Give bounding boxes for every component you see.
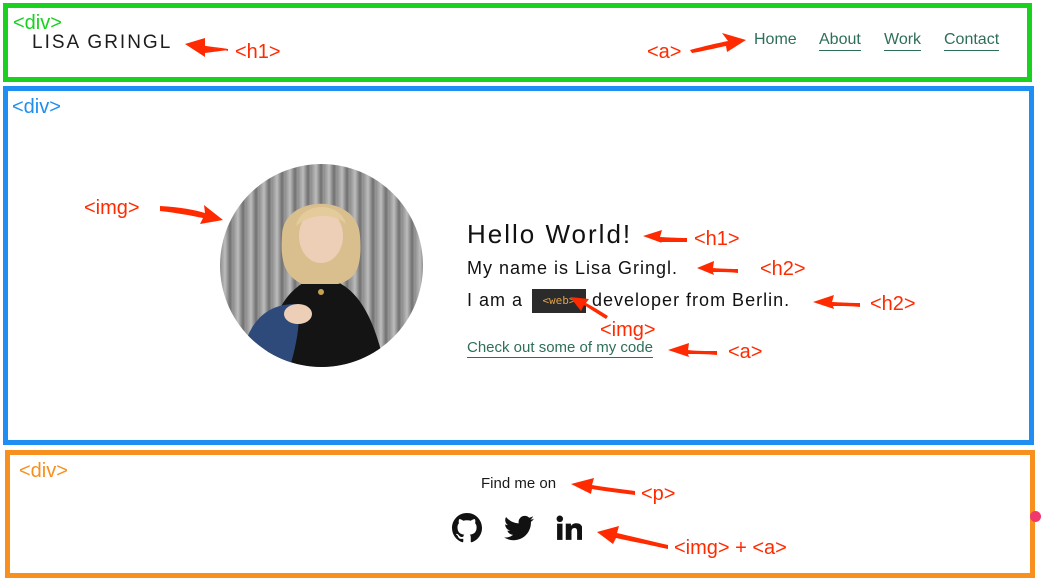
social-tag-label: <img> + <a> [674,537,787,559]
badge-tag-label: <img> [600,319,656,341]
role-tag-label: <h2> [870,293,916,315]
nav-tag-label: <a> [647,41,682,63]
arrow-find [571,478,635,495]
find-tag-label: <p> [641,483,676,505]
arrow-code-link [668,343,717,357]
title-tag-label: <h1> [235,41,281,63]
annotation-arrows [160,33,860,549]
hello-tag-label: <h1> [694,228,740,250]
link-tag-label: <a> [728,341,763,363]
arrow-hello [643,230,687,243]
arrow-intro [697,261,738,275]
img-tag-label: <img> [84,197,140,219]
arrow-badge [570,297,608,319]
arrow-social [597,526,668,549]
arrow-img [160,205,223,224]
intro-tag-label: <h2> [760,258,806,280]
arrow-nav [690,33,746,53]
arrow-role [813,295,860,309]
